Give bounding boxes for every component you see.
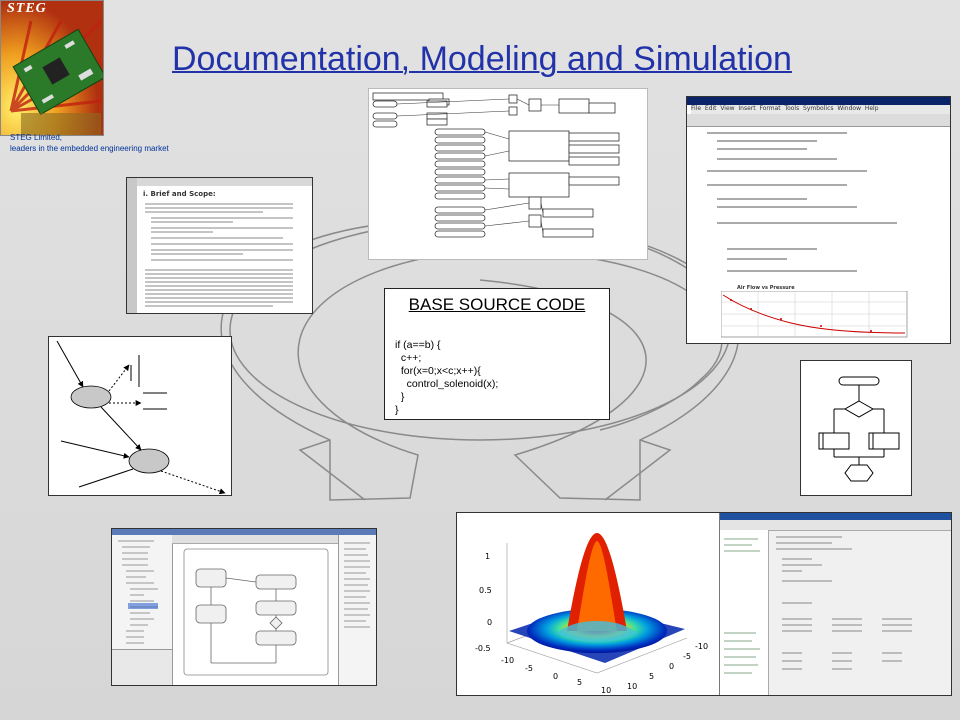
document-text-lines (145, 203, 293, 307)
z-tick-neg0.5: -0.5 (475, 644, 491, 653)
menu-help[interactable]: Help (865, 105, 879, 112)
source-code-text: if (a==b) { c++; for(x=0;x<c;x++){ contr… (395, 339, 499, 416)
x-tick-neg5: -5 (525, 664, 533, 673)
state-diagram-panel (48, 336, 232, 496)
y-tick-neg5: -5 (683, 652, 691, 661)
project-tree (118, 540, 158, 644)
equation-lines (707, 132, 897, 272)
state-diagram (56, 340, 226, 495)
z-tick-0: 0 (487, 618, 492, 627)
menu-edit[interactable]: Edit (705, 105, 717, 112)
menu-format[interactable]: Format (759, 105, 780, 112)
source-code-title: BASE SOURCE CODE (408, 295, 586, 314)
matlab-window (719, 513, 951, 695)
document-heading: i. Brief and Scope: (143, 190, 216, 198)
source-code-box: BASE SOURCE CODE if (a==b) { c++; for(x=… (384, 288, 610, 420)
simulink-panel (368, 88, 648, 260)
matlab-workspace-text (776, 536, 912, 670)
mathcad-panel: File Edit View Insert Format Tools Symbo… (686, 96, 951, 344)
menu-window[interactable]: Window (837, 105, 861, 112)
matlab-command-history (724, 538, 760, 674)
menu-tools[interactable]: Tools (784, 105, 799, 112)
flowchart (818, 376, 900, 482)
x-tick-5: 5 (577, 678, 582, 687)
tool-palette (344, 542, 370, 628)
menu-insert[interactable]: Insert (738, 105, 755, 112)
menu-symbolics[interactable]: Symbolics (803, 105, 833, 112)
uml-tool-panel (111, 528, 377, 686)
mathcad-plot (721, 291, 908, 338)
x-tick-neg10: -10 (501, 656, 514, 665)
z-tick-0.5: 0.5 (479, 586, 492, 595)
mathcad-menu: File Edit View Insert Format Tools Symbo… (691, 105, 950, 114)
simulink-block-diagram-icon (372, 92, 620, 238)
z-tick-1: 1 (485, 552, 490, 561)
flowchart-panel (800, 360, 912, 496)
y-tick-0: 0 (669, 662, 674, 671)
surface-plot-panel: 1 0.5 0 -0.5 -10 -5 0 5 10 10 5 0 -5 -10 (456, 512, 952, 696)
surface-plot: 1 0.5 0 -0.5 -10 -5 0 5 10 10 5 0 -5 -10 (475, 533, 708, 695)
x-tick-0: 0 (553, 672, 558, 681)
y-tick-10: 10 (627, 682, 637, 691)
menu-file[interactable]: File (691, 105, 701, 112)
document-panel: i. Brief and Scope: (126, 177, 313, 314)
y-tick-5: 5 (649, 672, 654, 681)
statechart-canvas (183, 548, 329, 676)
menu-view[interactable]: View (720, 105, 734, 112)
y-tick-neg10: -10 (695, 642, 708, 651)
x-tick-10: 10 (601, 686, 611, 695)
